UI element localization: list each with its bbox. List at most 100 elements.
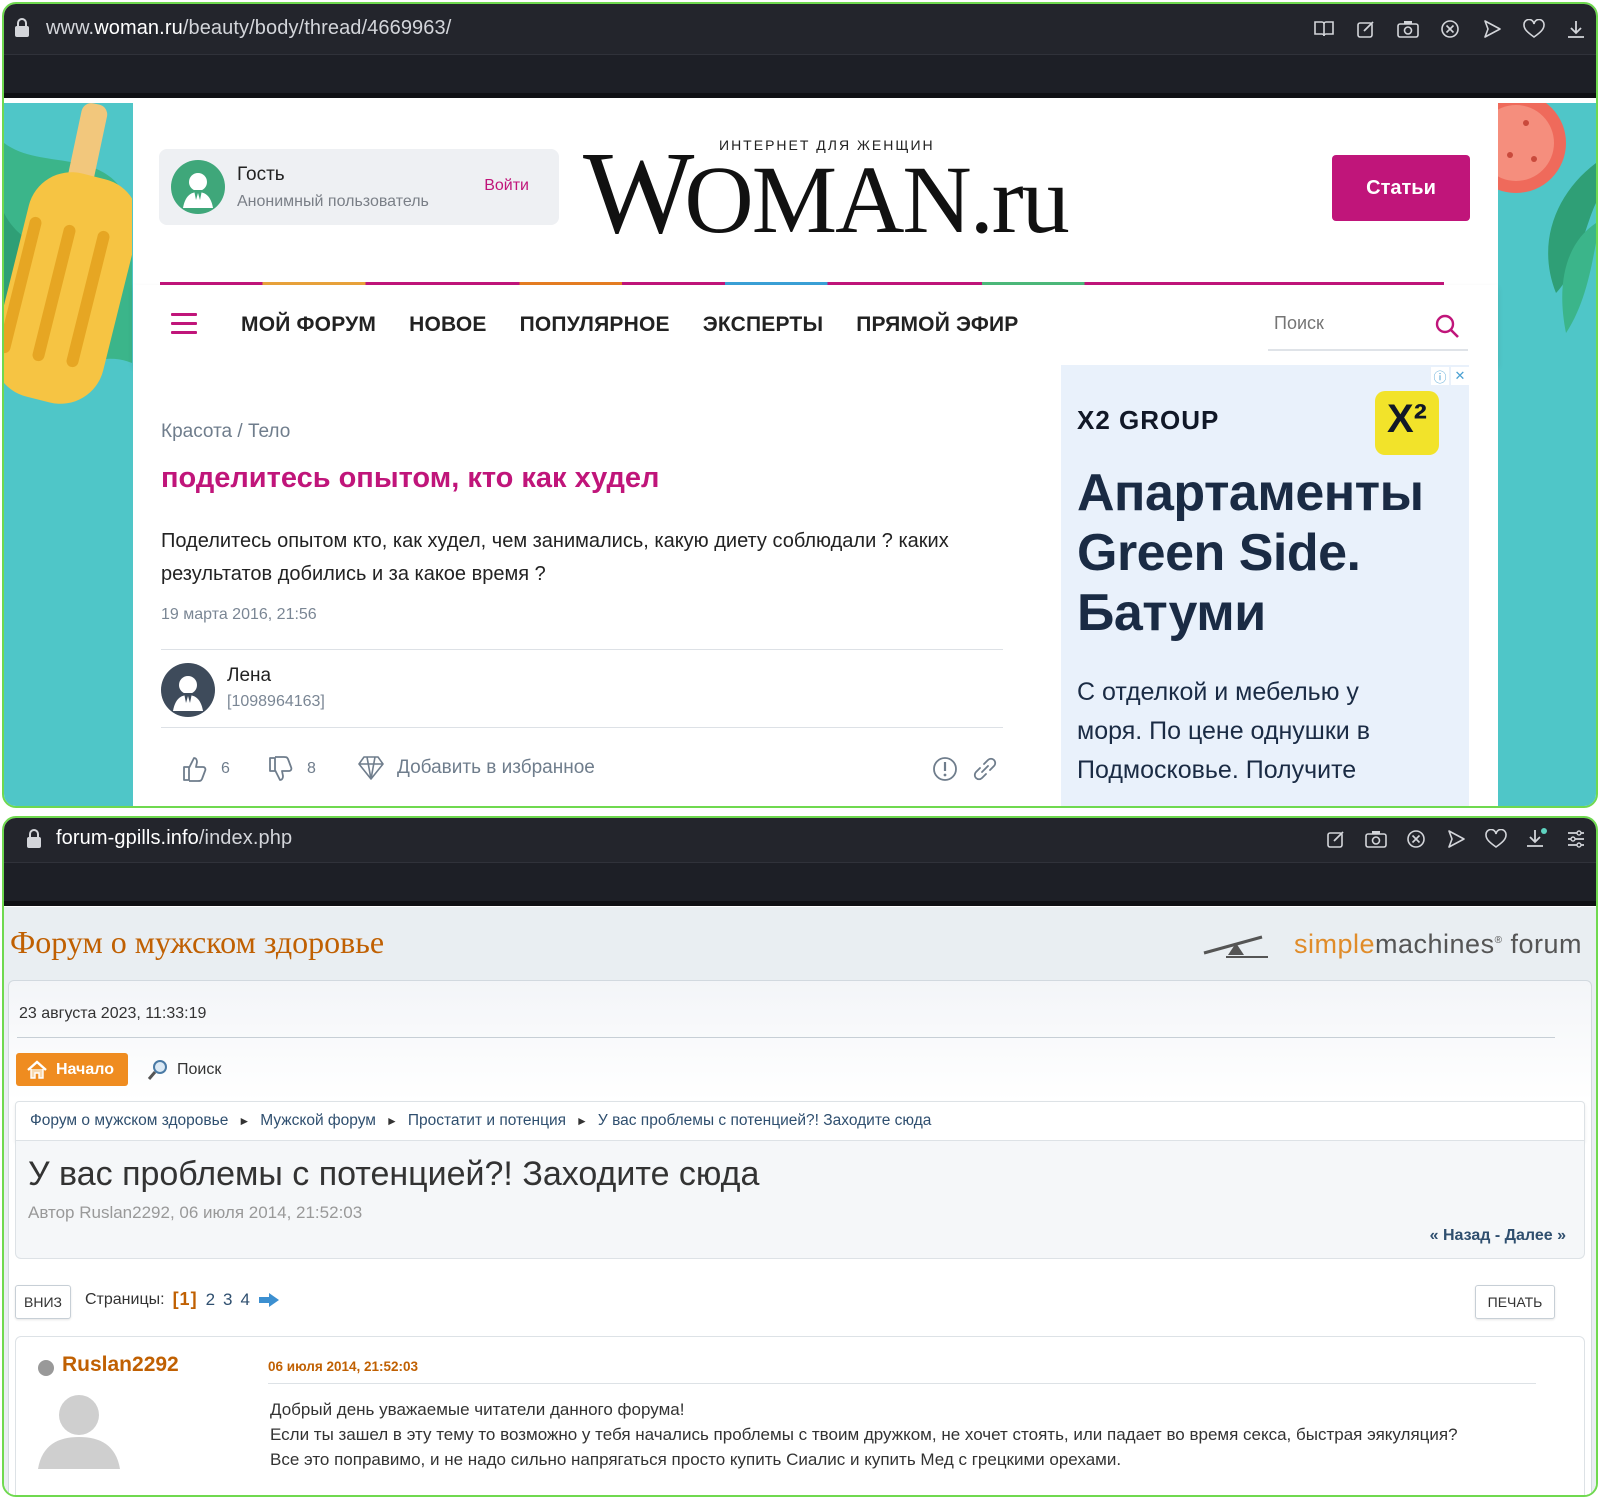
pages-label: Страницы: — [85, 1290, 165, 1308]
edit-icon[interactable] — [1350, 14, 1382, 44]
address-bar[interactable]: forum-gpills.info/index.php — [4, 818, 1596, 862]
hamburger-menu-icon[interactable] — [171, 313, 197, 334]
nav-popular[interactable]: ПОПУЛЯРНОЕ — [520, 313, 670, 337]
breadcrumb-separator-icon: ► — [238, 1114, 251, 1128]
camera-icon[interactable] — [1392, 14, 1424, 44]
nav-experts[interactable]: ЭКСПЕРТЫ — [703, 313, 823, 337]
url-text[interactable]: www.woman.ru/beauty/body/thread/4669963/ — [46, 17, 451, 40]
login-link[interactable]: Войти — [484, 177, 529, 195]
divider — [161, 649, 1003, 650]
nav-my-forum[interactable]: МОЙ ФОРУМ — [241, 313, 376, 337]
articles-button[interactable]: Статьи — [1332, 155, 1470, 221]
guest-name: Гость — [237, 164, 285, 185]
post-body: Добрый день уважаемые читатели данного ф… — [270, 1397, 1570, 1472]
advertisement[interactable]: ⓘ ✕ X2 GROUP X² Апартаменты Green Side. … — [1031, 365, 1498, 806]
current-page: [1] — [172, 1289, 198, 1309]
report-button[interactable] — [931, 755, 959, 783]
post-date[interactable]: 06 июля 2014, 21:52:03 — [268, 1359, 418, 1374]
search-input[interactable] — [1274, 313, 1424, 334]
search-label: Поиск — [177, 1061, 222, 1078]
camera-icon[interactable] — [1360, 824, 1392, 854]
site-header: Гость Анонимный пользователь Войти ИНТЕР… — [133, 103, 1498, 283]
prev-next-links[interactable]: « Назад - Далее » — [1430, 1227, 1566, 1245]
poster-avatar — [34, 1389, 124, 1469]
link-icon — [973, 757, 997, 781]
search-icon[interactable] — [1434, 313, 1460, 339]
topic-body: Поделитесь опытом кто, как худел, чем за… — [161, 530, 949, 585]
url-text[interactable]: forum-gpills.info/index.php — [56, 827, 292, 850]
ad-logo: X² — [1375, 391, 1439, 455]
ad-banner[interactable]: ⓘ ✕ X2 GROUP X² Апартаменты Green Side. … — [1061, 365, 1469, 806]
forum-page: Форум о мужском здоровье simplemachines®… — [4, 907, 1596, 1495]
breadcrumb-separator-icon: ► — [576, 1114, 588, 1128]
url-domain: woman.ru — [94, 17, 183, 39]
lock-icon — [27, 829, 41, 848]
breadcrumb-item[interactable]: Мужской форум — [260, 1112, 376, 1130]
search-link[interactable]: Поиск — [147, 1059, 221, 1081]
heart-icon[interactable] — [1518, 14, 1550, 44]
edit-icon[interactable] — [1320, 824, 1352, 854]
down-button[interactable]: ВНИЗ — [15, 1285, 71, 1319]
adblock-icon[interactable] — [1400, 824, 1432, 854]
logo-first-letter: W — [583, 127, 694, 258]
diamond-icon — [358, 756, 384, 780]
ad-close-icon[interactable]: ✕ — [1451, 367, 1469, 385]
browser-window-forum: forum-gpills.info/index.php Форум о мужс… — [2, 816, 1598, 1497]
breadcrumb-item[interactable]: Простатит и потенция — [408, 1112, 566, 1130]
offline-status-icon — [38, 1360, 54, 1376]
site-logo[interactable]: ИНТЕРНЕТ ДЛЯ ЖЕНЩИН WOMAN.ru — [583, 131, 1070, 252]
post: Ruslan2292 06 июля 2014, 21:52:03 Добрый… — [15, 1336, 1585, 1495]
breadcrumb[interactable]: Красота / Тело — [161, 421, 290, 443]
url-prefix: www. — [46, 17, 95, 39]
forum-wrapper: 23 августа 2023, 11:33:19 Начало Поиск Ф… — [8, 980, 1592, 1495]
favorite-button[interactable]: Добавить в избранное — [357, 755, 595, 781]
adblock-icon[interactable] — [1434, 14, 1466, 44]
send-icon[interactable] — [1440, 824, 1472, 854]
send-icon[interactable] — [1476, 14, 1508, 44]
next-arrow-icon[interactable] — [258, 1292, 280, 1308]
guest-avatar-icon — [171, 160, 225, 214]
ad-info-icon[interactable]: ⓘ — [1431, 367, 1449, 385]
topic-byline: Автор Ruslan2292, 06 июля 2014, 21:52:03 — [28, 1203, 363, 1222]
reader-icon[interactable] — [1308, 14, 1340, 44]
nav-new[interactable]: НОВОЕ — [409, 313, 486, 337]
address-bar[interactable]: www.woman.ru/beauty/body/thread/4669963/ — [4, 4, 1596, 54]
favorite-label: Добавить в избранное — [397, 757, 595, 778]
browser-toolbar — [1308, 14, 1592, 44]
poster-name[interactable]: Ruslan2292 — [62, 1353, 179, 1377]
pagination: Страницы: [1] 2 3 4 — [85, 1289, 280, 1310]
ad-controls: ⓘ ✕ — [1431, 367, 1469, 385]
share-link-button[interactable] — [971, 755, 999, 783]
nav-live[interactable]: ПРЯМОЙ ЭФИР — [856, 313, 1018, 337]
url-path: /index.php — [198, 827, 293, 849]
home-icon — [27, 1059, 47, 1079]
like-button[interactable]: 6 — [181, 755, 230, 783]
smf-logo[interactable]: simplemachines® forum — [1202, 925, 1582, 965]
breadcrumb-item[interactable]: Форум о мужском здоровье — [30, 1112, 228, 1130]
tab-strip — [4, 54, 1596, 98]
breadcrumb-item[interactable]: У вас проблемы с потенцией?! Заходите сю… — [598, 1112, 931, 1130]
menu-icon[interactable] — [1560, 824, 1592, 854]
url-path: /beauty/body/thread/4669963/ — [182, 17, 452, 39]
print-button[interactable]: ПЕЧАТЬ — [1475, 1285, 1555, 1319]
nav-items: МОЙ ФОРУМ НОВОЕ ПОПУЛЯРНОЕ ЭКСПЕРТЫ ПРЯМ… — [241, 313, 1019, 337]
author-name[interactable]: Лена — [227, 665, 271, 687]
fruit-decoration — [1496, 103, 1596, 333]
page-link[interactable]: 4 — [241, 1290, 250, 1310]
magnifier-icon — [147, 1060, 167, 1080]
download-icon[interactable] — [1520, 824, 1552, 854]
page-link[interactable]: 3 — [223, 1290, 232, 1310]
home-button[interactable]: Начало — [16, 1053, 128, 1086]
forum-title[interactable]: Форум о мужском здоровье — [10, 924, 384, 961]
smf-logo-icon — [1203, 935, 1268, 958]
heart-icon[interactable] — [1480, 824, 1512, 854]
post-line: Если ты зашел в эту тему то возможно у т… — [270, 1425, 1458, 1444]
topic-content: Красота / Тело поделитесь опытом, кто ка… — [133, 365, 1031, 806]
topic-actions: 6 8 Добавить в избранное — [181, 755, 1011, 789]
author-avatar-icon[interactable] — [161, 663, 215, 717]
page-link[interactable]: 2 — [206, 1290, 215, 1310]
dislike-button[interactable]: 8 — [267, 755, 316, 783]
browser-window-woman: www.woman.ru/beauty/body/thread/4669963/ — [2, 2, 1598, 808]
topic-title: поделитесь опытом, кто как худел — [161, 462, 660, 494]
download-icon[interactable] — [1560, 14, 1592, 44]
